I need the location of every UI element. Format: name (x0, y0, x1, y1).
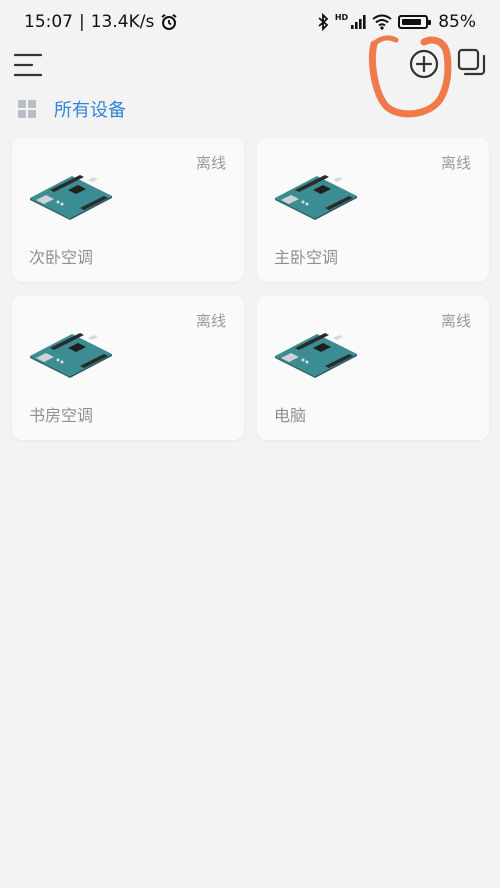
device-name: 次卧空调 (29, 248, 94, 267)
device-status: 离线 (195, 154, 226, 172)
menu-icon[interactable] (14, 52, 42, 78)
device-card[interactable]: 离线 主卧空调 (257, 138, 489, 282)
battery-icon (398, 15, 432, 29)
alarm-icon (161, 13, 177, 30)
battery-percent: 85% (438, 12, 476, 32)
status-bar: 15:07 | 13.4K/s HD 85% (0, 0, 500, 44)
device-name: 电脑 (274, 406, 307, 425)
device-card[interactable]: 离线 电脑 (257, 296, 489, 440)
device-status: 离线 (195, 312, 226, 330)
device-status: 离线 (440, 312, 471, 330)
grid-icon (18, 100, 36, 118)
add-circle-icon[interactable] (408, 48, 440, 80)
arduino-board-icon (275, 333, 357, 378)
status-network-speed: 13.4K/s (90, 12, 155, 32)
top-toolbar (0, 44, 500, 100)
device-name: 主卧空调 (274, 248, 339, 267)
arduino-board-icon (275, 175, 357, 220)
device-status: 离线 (440, 154, 471, 172)
section-header: 所有设备 (18, 96, 126, 122)
arduino-board-icon (30, 175, 112, 220)
status-left: 15:07 | 13.4K/s (24, 12, 178, 32)
section-title[interactable]: 所有设备 (54, 96, 126, 122)
status-right: HD 85% (317, 12, 476, 32)
signal-icon (351, 15, 366, 29)
device-name: 书房空调 (29, 406, 94, 425)
wifi-icon (372, 14, 392, 30)
status-divider: | (79, 12, 85, 32)
bluetooth-icon (318, 13, 329, 31)
battery-fill (402, 19, 422, 25)
status-time: 15:07 (24, 12, 73, 32)
signal-hd-label: HD (334, 12, 349, 22)
device-card[interactable]: 离线 次卧空调 (12, 138, 244, 282)
device-card[interactable]: 离线 书房空调 (12, 296, 244, 440)
arduino-board-icon (30, 333, 112, 378)
copy-icon[interactable] (457, 48, 487, 78)
